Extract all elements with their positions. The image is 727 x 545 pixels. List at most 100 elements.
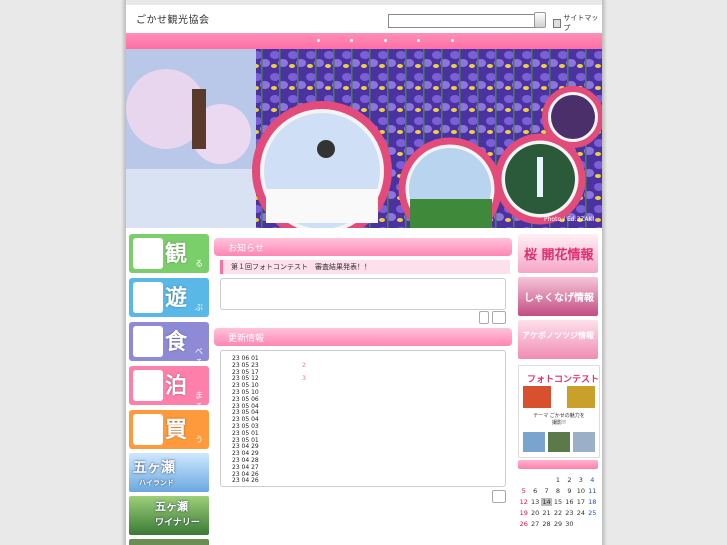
calendar-day[interactable]: 24 (575, 509, 586, 517)
calendar-day[interactable]: 30 (564, 520, 575, 528)
mountain-icon (133, 238, 163, 269)
menu-play-sub: ぶ (195, 303, 203, 312)
sakura-banner-label: 桜 開花情報 (524, 248, 594, 263)
news-next-button[interactable] (492, 311, 506, 324)
updates-header: 更新情報 (214, 328, 512, 346)
banner-winery-sub: ワイナリー (155, 518, 200, 528)
calendar-day[interactable]: 20 (529, 509, 540, 517)
calendar-day[interactable]: 27 (529, 520, 540, 528)
news-header: お知らせ (214, 238, 512, 256)
hero-collage (126, 49, 602, 228)
search-input[interactable] (388, 14, 538, 28)
sitemap-label: サイトマップ (563, 14, 599, 32)
menu-stay-label: 泊 (165, 374, 188, 399)
calendar-day[interactable]: 28 (541, 520, 552, 528)
menu-buy[interactable]: 買 う (129, 410, 209, 449)
calendar-day[interactable]: 11 (587, 487, 598, 495)
sakura-banner[interactable]: 桜 開花情報 (518, 234, 598, 273)
shakunage-banner-label: しゃくなげ情報 (524, 293, 594, 304)
news-item[interactable]: 第１回フォトコンテスト 審査結果発表！！ (220, 260, 510, 274)
news-title: お知らせ (228, 244, 264, 254)
calendar-day[interactable]: 5 (518, 487, 529, 495)
menu-see[interactable]: 観 る (129, 234, 209, 273)
page: ごかせ観光協会 サイトマップ Photo / Ed.3ZAKI 観 る 遊 ぶ … (126, 5, 602, 545)
calendar-day[interactable]: 6 (529, 487, 540, 495)
calendar-day[interactable]: 10 (575, 487, 586, 495)
update-marker: 2 (302, 361, 306, 369)
banner-highland[interactable]: 五ヶ瀬 ハイランド (129, 453, 209, 492)
search-button[interactable] (534, 12, 546, 28)
calendar-day[interactable]: 4 (587, 476, 598, 484)
updates-more-button[interactable] (492, 490, 506, 503)
tsutsuji-banner[interactable]: アケボノツツジ情報 (518, 320, 598, 359)
hero-banner: Photo / Ed.3ZAKI (126, 49, 602, 228)
news-box (220, 278, 506, 310)
calendar-day[interactable]: 12 (518, 498, 529, 506)
photo-contest-caption: テーマ ごかせの魅力を撮影!! (533, 413, 585, 426)
bowl-icon (133, 326, 163, 357)
calendar-day[interactable]: 17 (575, 498, 586, 506)
menu-stay-sub: まる (195, 391, 203, 405)
header: ごかせ観光協会 サイトマップ (126, 5, 602, 33)
calendar-day[interactable]: 8 (552, 487, 563, 495)
calendar-day[interactable]: 9 (564, 487, 575, 495)
menu-buy-sub: う (195, 435, 203, 444)
calendar-day (541, 476, 552, 484)
nav-item-2[interactable] (350, 39, 353, 42)
calendar-day[interactable]: 7 (541, 487, 552, 495)
calendar-day (529, 476, 540, 484)
calendar-day[interactable]: 3 (575, 476, 586, 484)
banner-highland-sub: ハイランド (139, 479, 174, 487)
menu-eat[interactable]: 食 べる (129, 322, 209, 361)
update-marker: 3 (302, 375, 306, 383)
calendar-day[interactable]: 15 (552, 498, 563, 506)
updates-title: 更新情報 (228, 334, 265, 344)
calendar-day[interactable]: 25 (587, 509, 598, 517)
calendar-day[interactable]: 29 (552, 520, 563, 528)
calendar-day[interactable]: 26 (518, 520, 529, 528)
global-nav (126, 33, 602, 49)
calendar-day[interactable]: 23 (564, 509, 575, 517)
update-date: 23 04 26 (232, 477, 259, 485)
photo-contest-banner[interactable]: フォトコンテスト テーマ ごかせの魅力を撮影!! (518, 365, 600, 458)
calendar-day[interactable]: 2 (564, 476, 575, 484)
calendar: 1 2 3 4 5 6 7 8 9 10 11 12 13 14 15 16 17 18 19 20 21 22 23 24 2… (518, 460, 598, 528)
banner-more[interactable] (129, 539, 209, 545)
news-prev-button[interactable] (479, 311, 489, 324)
banner-highland-title: 五ヶ瀬 (133, 460, 175, 476)
menu-stay[interactable]: 泊 まる (129, 366, 209, 405)
banner-winery-title: 五ヶ瀬 (155, 500, 188, 513)
nav-item-5[interactable] (451, 39, 454, 42)
update-row[interactable]: 23 04 26 (232, 477, 352, 485)
calendar-day[interactable]: 1 (552, 476, 563, 484)
nav-item-1[interactable] (317, 39, 320, 42)
sitemap-link[interactable]: サイトマップ (553, 13, 602, 33)
calendar-grid: 1 2 3 4 5 6 7 8 9 10 11 12 13 14 15 16 17 18 19 20 21 22 23 24 2… (518, 473, 598, 528)
menu-see-sub: る (195, 259, 203, 268)
contest-photo-2 (567, 386, 595, 408)
photo-credit: Photo / Ed.3ZAKI (544, 216, 595, 223)
banner-winery[interactable]: 五ヶ瀬 ワイナリー (129, 496, 209, 535)
menu-eat-sub: べる (195, 347, 203, 361)
nav-item-3[interactable] (384, 39, 387, 42)
menu-eat-label: 食 (165, 330, 188, 355)
sitemap-icon (553, 18, 562, 28)
contest-photo-1 (523, 386, 551, 408)
house-icon (133, 370, 163, 401)
nav-item-4[interactable] (417, 39, 420, 42)
calendar-day[interactable]: 19 (518, 509, 529, 517)
calendar-day[interactable]: 22 (552, 509, 563, 517)
menu-play[interactable]: 遊 ぶ (129, 278, 209, 317)
calendar-day[interactable]: 21 (541, 509, 552, 517)
menu-buy-label: 買 (165, 418, 188, 443)
calendar-day[interactable]: 18 (587, 498, 598, 506)
shakunage-banner[interactable]: しゃくなげ情報 (518, 277, 598, 316)
calendar-day (518, 476, 529, 484)
menu-play-label: 遊 (165, 286, 188, 311)
calendar-day[interactable]: 13 (529, 498, 540, 506)
site-logo[interactable]: ごかせ観光協会 (136, 11, 210, 26)
calendar-day[interactable]: 16 (564, 498, 575, 506)
menu-see-label: 観 (165, 242, 188, 267)
calendar-day[interactable]: 14 (540, 498, 553, 506)
calendar-header (518, 460, 598, 469)
